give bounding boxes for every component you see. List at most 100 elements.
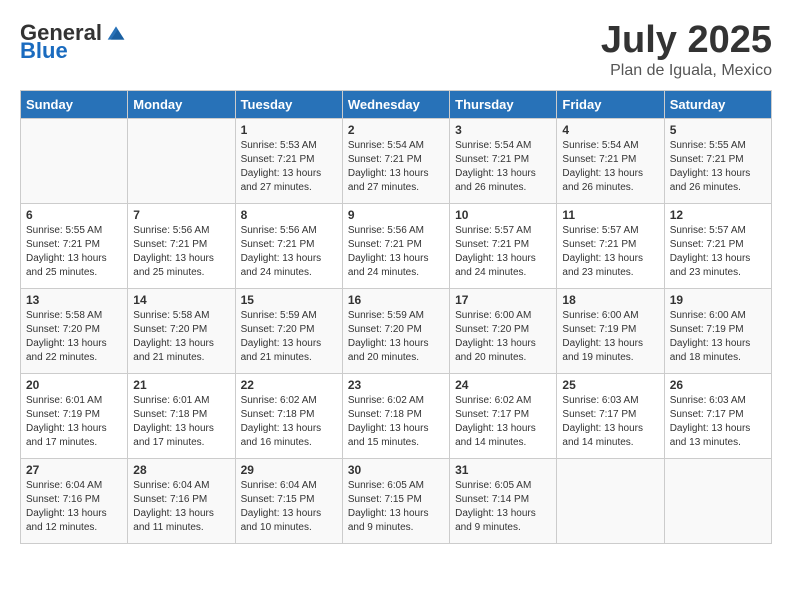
- cell-info: Sunrise: 5:55 AM Sunset: 7:21 PM Dayligh…: [26, 224, 122, 280]
- title-block: July 2025 Plan de Iguala, Mexico: [601, 20, 772, 80]
- cell-info: Sunrise: 5:53 AM Sunset: 7:21 PM Dayligh…: [241, 139, 337, 195]
- page-header: General Blue July 2025 Plan de Iguala, M…: [20, 20, 772, 80]
- calendar-cell: 11 Sunrise: 5:57 AM Sunset: 7:21 PM Dayli…: [557, 203, 664, 288]
- calendar-cell: 31Sunrise: 6:05 AM Sunset: 7:14 PM Dayli…: [450, 458, 557, 543]
- calendar-cell: 4Sunrise: 5:54 AM Sunset: 7:21 PM Daylig…: [557, 118, 664, 203]
- calendar-week-row: 1 Sunrise: 5:53 AM Sunset: 7:21 PM Daylig…: [21, 118, 772, 203]
- cell-info: Sunrise: 5:57 AM Sunset: 7:21 PM Dayligh…: [562, 224, 658, 280]
- cell-info: Sunrise: 5:58 AM Sunset: 7:20 PM Dayligh…: [26, 309, 122, 365]
- calendar-cell: 8 Sunrise: 5:56 AM Sunset: 7:21 PM Daylig…: [235, 203, 342, 288]
- calendar-cell: 28Sunrise: 6:04 AM Sunset: 7:16 PM Dayli…: [128, 458, 235, 543]
- day-header-thursday: Thursday: [450, 90, 557, 118]
- cell-info: Sunrise: 5:56 AM Sunset: 7:21 PM Dayligh…: [241, 224, 337, 280]
- day-number: 8: [241, 208, 337, 222]
- day-header-saturday: Saturday: [664, 90, 771, 118]
- calendar-cell: 3 Sunrise: 5:54 AM Sunset: 7:21 PM Daylig…: [450, 118, 557, 203]
- day-number: 11: [562, 208, 658, 222]
- day-number: 22: [241, 378, 337, 392]
- calendar-cell: 14 Sunrise: 5:58 AM Sunset: 7:20 PM Dayli…: [128, 288, 235, 373]
- day-number: 29: [241, 463, 337, 477]
- calendar-cell: 6Sunrise: 5:55 AM Sunset: 7:21 PM Daylig…: [21, 203, 128, 288]
- cell-info: Sunrise: 5:57 AM Sunset: 7:21 PM Dayligh…: [670, 224, 766, 280]
- calendar-cell: [557, 458, 664, 543]
- day-number: 12: [670, 208, 766, 222]
- logo-blue-text: Blue: [20, 38, 68, 64]
- location: Plan de Iguala, Mexico: [601, 62, 772, 80]
- calendar-cell: 10 Sunrise: 5:57 AM Sunset: 7:21 PM Dayli…: [450, 203, 557, 288]
- day-header-friday: Friday: [557, 90, 664, 118]
- calendar-cell: 21 Sunrise: 6:01 AM Sunset: 7:18 PM Dayli…: [128, 373, 235, 458]
- cell-info: Sunrise: 5:54 AM Sunset: 7:21 PM Dayligh…: [348, 139, 444, 195]
- calendar-cell: [21, 118, 128, 203]
- day-number: 7: [133, 208, 229, 222]
- day-number: 26: [670, 378, 766, 392]
- cell-info: Sunrise: 6:05 AM Sunset: 7:14 PM Dayligh…: [455, 479, 551, 535]
- calendar-cell: 12 Sunrise: 5:57 AM Sunset: 7:21 PM Dayli…: [664, 203, 771, 288]
- cell-info: Sunrise: 6:03 AM Sunset: 7:17 PM Dayligh…: [562, 394, 658, 450]
- calendar-week-row: 6Sunrise: 5:55 AM Sunset: 7:21 PM Daylig…: [21, 203, 772, 288]
- calendar-header-row: SundayMondayTuesdayWednesdayThursdayFrid…: [21, 90, 772, 118]
- calendar-cell: [128, 118, 235, 203]
- calendar-cell: 7 Sunrise: 5:56 AM Sunset: 7:21 PM Daylig…: [128, 203, 235, 288]
- day-number: 30: [348, 463, 444, 477]
- cell-info: Sunrise: 5:55 AM Sunset: 7:21 PM Dayligh…: [670, 139, 766, 195]
- calendar-cell: 29Sunrise: 6:04 AM Sunset: 7:15 PM Dayli…: [235, 458, 342, 543]
- calendar-week-row: 27 Sunrise: 6:04 AM Sunset: 7:16 PM Dayli…: [21, 458, 772, 543]
- cell-info: Sunrise: 6:02 AM Sunset: 7:17 PM Dayligh…: [455, 394, 551, 450]
- calendar-cell: 23Sunrise: 6:02 AM Sunset: 7:18 PM Dayli…: [342, 373, 449, 458]
- cell-info: Sunrise: 5:58 AM Sunset: 7:20 PM Dayligh…: [133, 309, 229, 365]
- day-number: 27: [26, 463, 122, 477]
- day-number: 21: [133, 378, 229, 392]
- calendar-cell: 13 Sunrise: 5:58 AM Sunset: 7:20 PM Dayli…: [21, 288, 128, 373]
- calendar-cell: 26 Sunrise: 6:03 AM Sunset: 7:17 PM Dayli…: [664, 373, 771, 458]
- cell-info: Sunrise: 6:00 AM Sunset: 7:19 PM Dayligh…: [562, 309, 658, 365]
- calendar-cell: 1 Sunrise: 5:53 AM Sunset: 7:21 PM Daylig…: [235, 118, 342, 203]
- day-number: 23: [348, 378, 444, 392]
- calendar-cell: 25 Sunrise: 6:03 AM Sunset: 7:17 PM Dayli…: [557, 373, 664, 458]
- cell-info: Sunrise: 6:02 AM Sunset: 7:18 PM Dayligh…: [241, 394, 337, 450]
- day-header-tuesday: Tuesday: [235, 90, 342, 118]
- day-header-sunday: Sunday: [21, 90, 128, 118]
- cell-info: Sunrise: 5:56 AM Sunset: 7:21 PM Dayligh…: [348, 224, 444, 280]
- day-number: 24: [455, 378, 551, 392]
- day-number: 14: [133, 293, 229, 307]
- calendar-cell: 9 Sunrise: 5:56 AM Sunset: 7:21 PM Daylig…: [342, 203, 449, 288]
- calendar-cell: 19 Sunrise: 6:00 AM Sunset: 7:19 PM Dayli…: [664, 288, 771, 373]
- day-number: 15: [241, 293, 337, 307]
- cell-info: Sunrise: 6:04 AM Sunset: 7:16 PM Dayligh…: [133, 479, 229, 535]
- day-number: 16: [348, 293, 444, 307]
- cell-info: Sunrise: 6:04 AM Sunset: 7:16 PM Dayligh…: [26, 479, 122, 535]
- day-number: 9: [348, 208, 444, 222]
- day-number: 13: [26, 293, 122, 307]
- calendar-cell: 16Sunrise: 5:59 AM Sunset: 7:20 PM Dayli…: [342, 288, 449, 373]
- day-number: 17: [455, 293, 551, 307]
- day-number: 18: [562, 293, 658, 307]
- day-number: 2: [348, 123, 444, 137]
- cell-info: Sunrise: 5:59 AM Sunset: 7:20 PM Dayligh…: [241, 309, 337, 365]
- logo-icon: [106, 23, 126, 43]
- cell-info: Sunrise: 5:56 AM Sunset: 7:21 PM Dayligh…: [133, 224, 229, 280]
- cell-info: Sunrise: 5:57 AM Sunset: 7:21 PM Dayligh…: [455, 224, 551, 280]
- calendar-cell: 2 Sunrise: 5:54 AM Sunset: 7:21 PM Daylig…: [342, 118, 449, 203]
- day-number: 10: [455, 208, 551, 222]
- calendar-cell: 27 Sunrise: 6:04 AM Sunset: 7:16 PM Dayli…: [21, 458, 128, 543]
- calendar-cell: 5Sunrise: 5:55 AM Sunset: 7:21 PM Daylig…: [664, 118, 771, 203]
- day-number: 19: [670, 293, 766, 307]
- day-number: 20: [26, 378, 122, 392]
- day-number: 25: [562, 378, 658, 392]
- calendar-cell: [664, 458, 771, 543]
- day-number: 1: [241, 123, 337, 137]
- logo: General Blue: [20, 20, 126, 64]
- day-number: 3: [455, 123, 551, 137]
- cell-info: Sunrise: 6:03 AM Sunset: 7:17 PM Dayligh…: [670, 394, 766, 450]
- calendar-cell: 22 Sunrise: 6:02 AM Sunset: 7:18 PM Dayli…: [235, 373, 342, 458]
- day-header-monday: Monday: [128, 90, 235, 118]
- cell-info: Sunrise: 5:54 AM Sunset: 7:21 PM Dayligh…: [455, 139, 551, 195]
- day-header-wednesday: Wednesday: [342, 90, 449, 118]
- cell-info: Sunrise: 6:00 AM Sunset: 7:19 PM Dayligh…: [670, 309, 766, 365]
- calendar-table: SundayMondayTuesdayWednesdayThursdayFrid…: [20, 90, 772, 544]
- cell-info: Sunrise: 6:00 AM Sunset: 7:20 PM Dayligh…: [455, 309, 551, 365]
- cell-info: Sunrise: 5:54 AM Sunset: 7:21 PM Dayligh…: [562, 139, 658, 195]
- cell-info: Sunrise: 6:01 AM Sunset: 7:18 PM Dayligh…: [133, 394, 229, 450]
- calendar-cell: 18 Sunrise: 6:00 AM Sunset: 7:19 PM Dayli…: [557, 288, 664, 373]
